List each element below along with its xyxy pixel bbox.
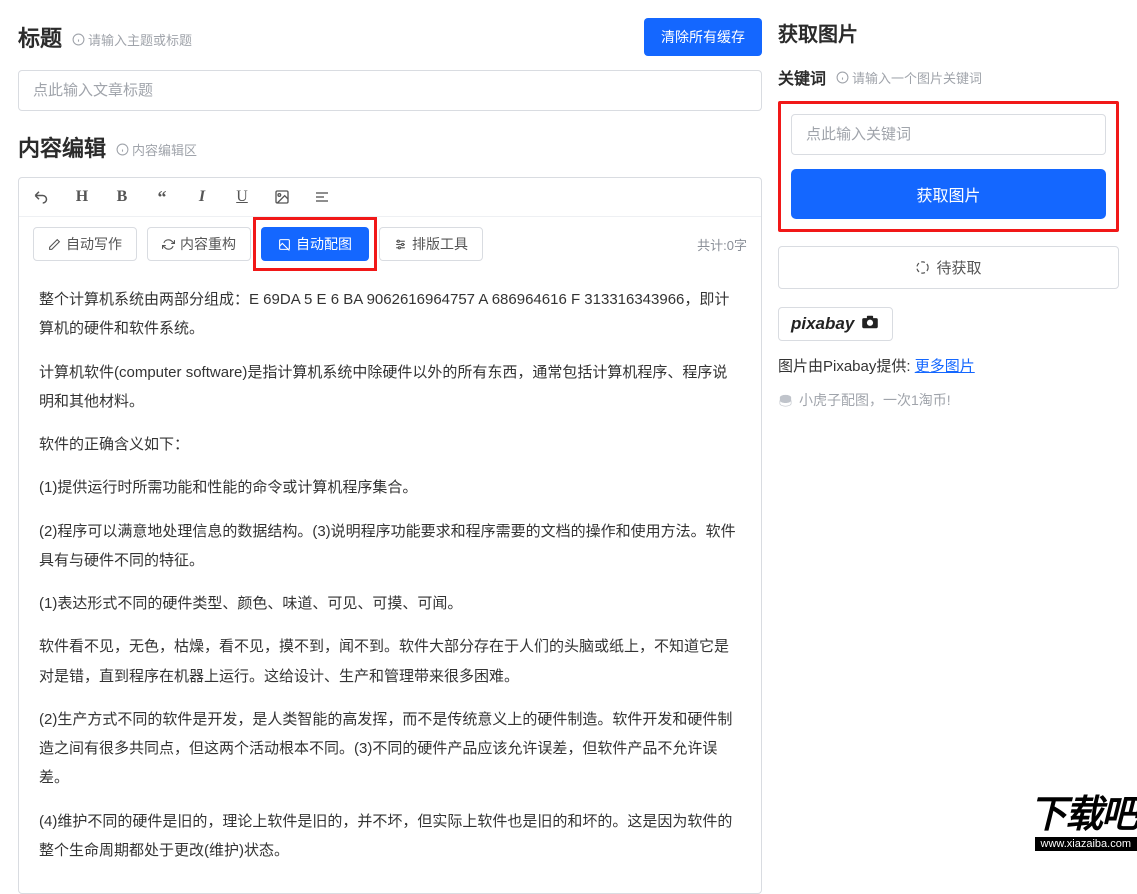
content-label: 内容编辑 — [18, 131, 106, 163]
right-panel: 获取图片 关键词 请输入一个图片关键词 获取图片 待获取 pixabay 图片由… — [770, 0, 1137, 860]
credit-row: 图片由Pixabay提供: 更多图片 — [778, 355, 1119, 376]
keyword-input[interactable] — [791, 114, 1106, 155]
auto-image-button[interactable]: 自动配图 — [261, 227, 369, 261]
article-title-input[interactable] — [18, 70, 762, 111]
content-paragraph: (1)提供运行时所需功能和性能的命令或计算机程序集合。 — [39, 473, 741, 502]
note-row: 小虎子配图，一次1淘币! — [778, 390, 1119, 410]
char-count: 共计:0字 — [697, 235, 747, 254]
info-icon — [836, 71, 849, 84]
format-toolbar: H B “ I U — [19, 178, 761, 217]
info-icon — [116, 143, 129, 156]
align-left-icon[interactable] — [313, 188, 331, 206]
photo-icon — [278, 238, 291, 251]
info-icon — [72, 33, 85, 46]
content-paragraph: 软件的正确含义如下： — [39, 430, 741, 459]
content-paragraph: 软件看不见，无色，枯燥，看不见，摸不到，闻不到。软件大部分存在于人们的头脑或纸上… — [39, 632, 741, 691]
title-header: 标题 请输入主题或标题 — [18, 21, 192, 53]
layout-tool-button[interactable]: 排版工具 — [379, 227, 483, 261]
content-hint: 内容编辑区 — [116, 140, 197, 159]
restructure-button[interactable]: 内容重构 — [147, 227, 251, 261]
heading-icon[interactable]: H — [73, 188, 91, 206]
quote-icon[interactable]: “ — [153, 188, 171, 206]
content-paragraph: (4)维护不同的硬件是旧的，理论上软件是旧的，并不坏，但实际上软件也是旧的和坏的… — [39, 807, 741, 866]
refresh-icon — [162, 238, 175, 251]
content-paragraph: (1)表达形式不同的硬件类型、颜色、味道、可见、可摸、可闻。 — [39, 589, 741, 618]
camera-icon — [860, 314, 880, 334]
image-panel-title: 获取图片 — [778, 18, 1119, 47]
keyword-label: 关键词 — [778, 65, 826, 89]
spinner-icon — [915, 260, 930, 275]
watermark: 下载吧 www.xiazaiba.com — [1029, 796, 1137, 852]
sliders-icon — [394, 238, 407, 251]
title-header-row: 标题 请输入主题或标题 清除所有缓存 — [18, 18, 762, 56]
fetch-image-button[interactable]: 获取图片 — [791, 169, 1106, 219]
pixabay-chip[interactable]: pixabay — [778, 307, 893, 341]
pencil-icon — [48, 238, 61, 251]
more-images-link[interactable]: 更多图片 — [915, 358, 975, 375]
editor-box: H B “ I U 自动写作 内容重构 自动配图 — [18, 177, 762, 894]
bold-icon[interactable]: B — [113, 188, 131, 206]
content-paragraph: 计算机软件(computer software)是指计算机系统中除硬件以外的所有… — [39, 358, 741, 417]
auto-write-button[interactable]: 自动写作 — [33, 227, 137, 261]
keyword-label-row: 关键词 请输入一个图片关键词 — [778, 65, 1119, 89]
title-label: 标题 — [18, 21, 62, 53]
title-hint: 请输入主题或标题 — [72, 30, 192, 49]
underline-icon[interactable]: U — [233, 188, 251, 206]
image-icon[interactable] — [273, 188, 291, 206]
content-header: 内容编辑 内容编辑区 — [18, 131, 762, 163]
italic-icon[interactable]: I — [193, 188, 211, 206]
content-paragraph: (2)生产方式不同的软件是开发，是人类智能的高发挥，而不是传统意义上的硬件制造。… — [39, 705, 741, 793]
content-paragraph: 整个计算机系统由两部分组成：E 69DA 5 E 6 BA 9062616964… — [39, 285, 741, 344]
content-area[interactable]: 整个计算机系统由两部分组成：E 69DA 5 E 6 BA 9062616964… — [19, 271, 761, 893]
left-panel: 标题 请输入主题或标题 清除所有缓存 内容编辑 内容编辑区 H B “ I U — [0, 0, 770, 860]
content-paragraph: (2)程序可以满意地处理信息的数据结构。(3)说明程序功能要求和程序需要的文档的… — [39, 517, 741, 576]
clear-cache-button[interactable]: 清除所有缓存 — [644, 18, 762, 56]
fetch-status: 待获取 — [778, 246, 1119, 289]
keyword-group: 获取图片 — [778, 101, 1119, 232]
undo-icon[interactable] — [33, 188, 51, 206]
action-toolbar: 自动写作 内容重构 自动配图 排版工具 共计:0字 — [19, 217, 761, 271]
coin-icon — [778, 393, 793, 408]
keyword-hint: 请输入一个图片关键词 — [836, 68, 982, 87]
